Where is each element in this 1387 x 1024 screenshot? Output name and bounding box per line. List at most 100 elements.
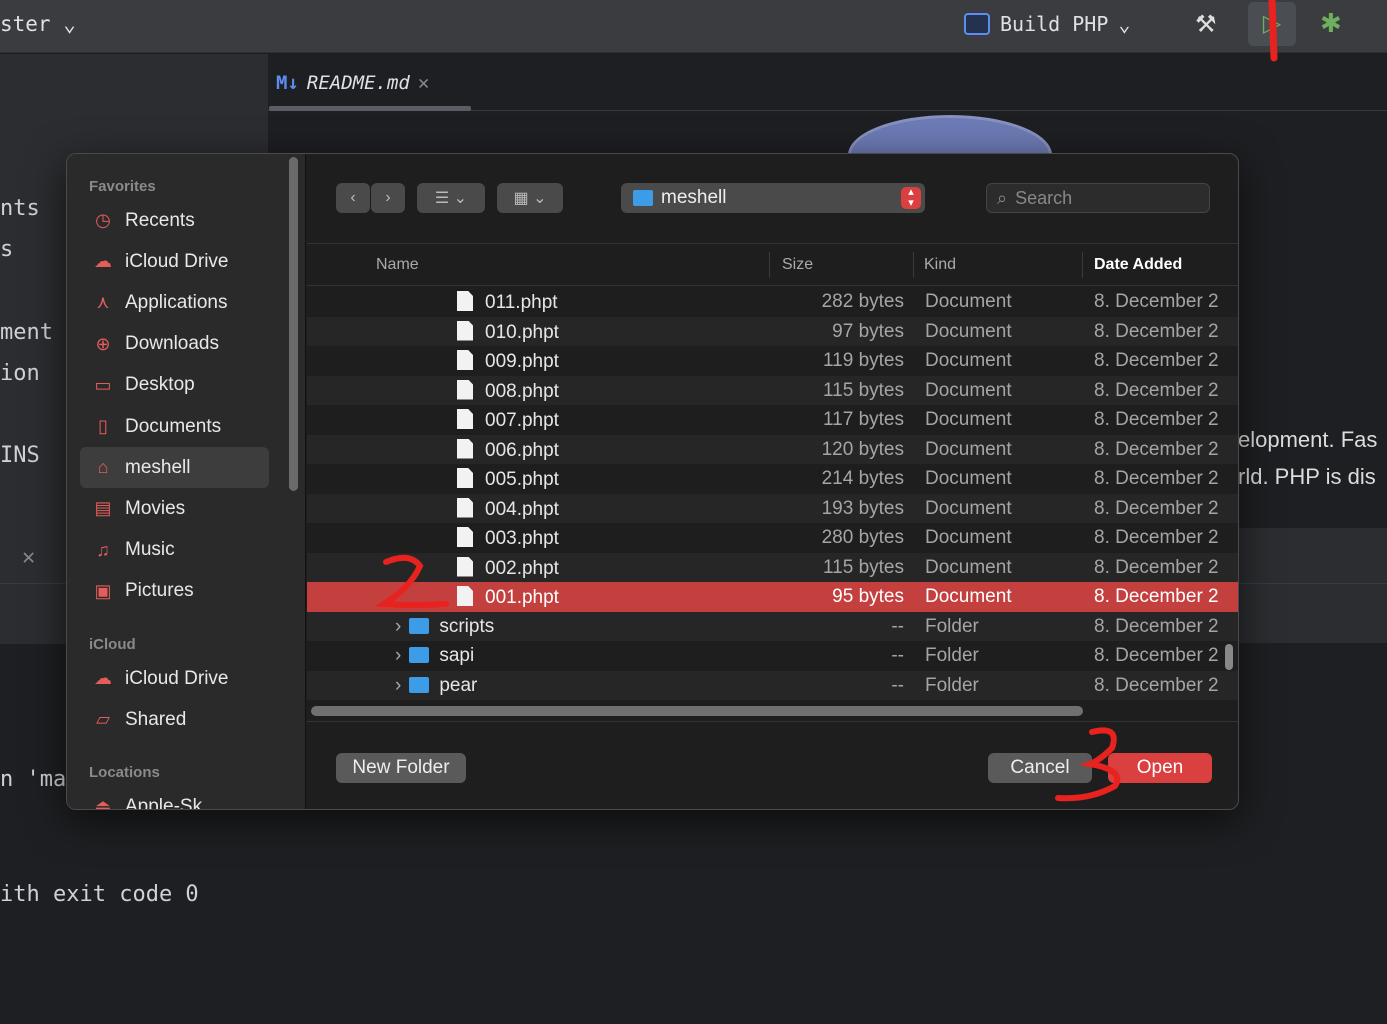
bg-text: nts [0, 196, 40, 221]
new-folder-button[interactable]: New Folder [336, 753, 466, 783]
horizontal-scrollbar[interactable] [311, 706, 1083, 716]
file-kind: Folder [925, 674, 979, 696]
list-view-button[interactable]: ☰ ⌄ [417, 183, 485, 213]
file-date: 8. December 2 [1094, 409, 1219, 430]
file-row[interactable]: 004.phpt 193 bytes Document 8. December 2 [307, 493, 1238, 523]
branch-selector[interactable]: ster ⌄ [0, 12, 76, 36]
file-row[interactable]: 001.phpt 95 bytes Document 8. December 2 [307, 582, 1238, 612]
file-row[interactable]: › scripts -- Folder 8. December 2 [307, 611, 1238, 641]
search-input[interactable]: ⌕ Search [986, 183, 1210, 213]
disclosure-chevron-icon[interactable]: › [395, 645, 401, 666]
file-row[interactable]: 010.phpt 97 bytes Document 8. December 2 [307, 316, 1238, 346]
sidebar-item-label: iCloud Drive [125, 250, 229, 272]
search-icon: ⌕ [997, 187, 1008, 208]
file-row[interactable]: 009.phpt 119 bytes Document 8. December 2 [307, 346, 1238, 376]
cancel-button[interactable]: Cancel [988, 753, 1092, 783]
grid-view-button[interactable]: ▦ ⌄ [497, 183, 563, 213]
build-hammer-icon[interactable]: ⚒ [1195, 10, 1217, 39]
sidebar-item-meshell[interactable]: ⌂ meshell [80, 447, 269, 489]
sidebar-section-title: Favorites [89, 178, 156, 195]
file-kind: Document [925, 291, 1012, 312]
document-icon [457, 350, 473, 370]
file-date: 8. December 2 [1094, 497, 1219, 519]
sidebar-item-recents[interactable]: ◷ Recents [80, 200, 269, 241]
open-button[interactable]: Open [1108, 753, 1212, 783]
dialog-footer: New Folder Cancel Open [307, 721, 1238, 809]
tab-scrollbar[interactable] [269, 106, 471, 111]
file-kind: Document [925, 409, 1012, 430]
file-name-cell: 001.phpt [457, 586, 559, 609]
sidebar-item-applications[interactable]: ⋏ Applications [80, 282, 269, 323]
file-kind: Document [925, 556, 1012, 578]
sidebar-item-shared[interactable]: ▱ Shared [80, 699, 269, 740]
document-icon [457, 379, 473, 400]
file-row[interactable]: 003.phpt 280 bytes Document 8. December 2 [307, 523, 1238, 553]
folder-name: › sapi [395, 645, 474, 667]
debug-bug-icon[interactable]: ✱ [1320, 8, 1342, 39]
file-date: 8. December 2 [1094, 674, 1219, 696]
sidebar-item-icloud-drive[interactable]: ☁ iCloud Drive [80, 658, 269, 699]
sidebar-item-label: Downloads [125, 333, 219, 355]
close-icon[interactable]: ✕ [22, 545, 35, 570]
file-date: 8. December 2 [1094, 468, 1219, 489]
disclosure-chevron-icon[interactable]: › [395, 675, 401, 696]
sidebar-item-desktop[interactable]: ▭ Desktop [80, 365, 269, 406]
document-icon [457, 527, 473, 547]
forward-button[interactable]: › [371, 183, 405, 213]
vertical-scrollbar[interactable] [1225, 644, 1233, 670]
sidebar-item-movies[interactable]: ▤ Movies [80, 488, 269, 529]
file-name-cell: 006.phpt [457, 438, 559, 462]
document-icon [457, 586, 473, 606]
file-name-cell: 011.phpt [457, 291, 558, 314]
sidebar-item-label: Desktop [125, 374, 195, 396]
file-row[interactable]: › pear -- Folder 8. December 2 [307, 670, 1238, 700]
file-row[interactable]: 011.phpt 282 bytes Document 8. December 2 [307, 287, 1238, 317]
disclosure-chevron-icon[interactable]: › [395, 616, 401, 637]
file-name: 011.phpt [485, 292, 558, 313]
file-kind: Folder [925, 645, 979, 666]
folder-name: › scripts [395, 616, 494, 638]
file-row[interactable]: 002.phpt 115 bytes Document 8. December 2 [307, 552, 1238, 582]
sidebar-scrollbar[interactable] [289, 157, 298, 491]
sidebar-item-icloud-drive[interactable]: ☁ iCloud Drive [80, 241, 269, 282]
file-row[interactable]: 005.phpt 214 bytes Document 8. December 2 [307, 464, 1238, 494]
folder-icon [409, 617, 430, 634]
file-name: 007.phpt [485, 410, 559, 431]
column-kind[interactable]: Kind [924, 256, 956, 274]
sidebar-item-apple-sk[interactable]: ⏏ Apple-Sk [80, 786, 269, 809]
chevron-down-icon: ⌄ [1118, 12, 1131, 36]
close-icon[interactable]: ✕ [418, 72, 429, 94]
tab-readme[interactable]: M↓ README.md ✕ [276, 72, 429, 94]
column-size[interactable]: Size [782, 256, 813, 274]
sidebar-section-title: Locations [89, 764, 160, 782]
bg-text: ion [0, 361, 40, 386]
file-row[interactable]: › sapi -- Folder 8. December 2 [307, 641, 1238, 671]
column-date-added[interactable]: Date Added [1094, 256, 1182, 274]
sidebar-item-pictures[interactable]: ▣ Pictures [80, 571, 269, 612]
bg-text: ment [0, 320, 53, 345]
sidebar-item-music[interactable]: ♫ Music [80, 530, 269, 571]
sidebar-item-documents[interactable]: ▯ Documents [80, 406, 269, 447]
file-size: -- [891, 645, 904, 666]
file-name: 005.phpt [485, 469, 559, 490]
back-button[interactable]: ‹ [336, 183, 370, 213]
file-row[interactable]: 008.phpt 115 bytes Document 8. December 2 [307, 375, 1238, 405]
column-name[interactable]: Name [376, 256, 419, 274]
file-size: 193 bytes [821, 497, 904, 519]
document-icon [457, 556, 473, 577]
path-label: meshell [661, 187, 727, 208]
file-kind: Document [925, 438, 1012, 460]
file-row[interactable]: 007.phpt 117 bytes Document 8. December 2 [307, 405, 1238, 435]
file-row[interactable]: 006.phpt 120 bytes Document 8. December 2 [307, 434, 1238, 464]
path-popup[interactable]: meshell ▴ ▾ [621, 183, 925, 213]
run-button[interactable]: ▷ [1248, 2, 1296, 46]
document-icon [457, 497, 473, 518]
sidebar-item-downloads[interactable]: ⊕ Downloads [80, 324, 269, 365]
photo-icon: ▣ [94, 580, 112, 601]
document-icon [457, 320, 473, 341]
dialog-sidebar: Favorites ◷ Recents ☁ iCloud Drive ⋏ Applicati… [67, 154, 306, 809]
run-config-selector[interactable]: Build PHP ⌄ [964, 12, 1130, 36]
document-icon [457, 409, 473, 429]
desktop-icon: ▭ [94, 374, 112, 395]
file-date: 8. December 2 [1094, 320, 1219, 342]
